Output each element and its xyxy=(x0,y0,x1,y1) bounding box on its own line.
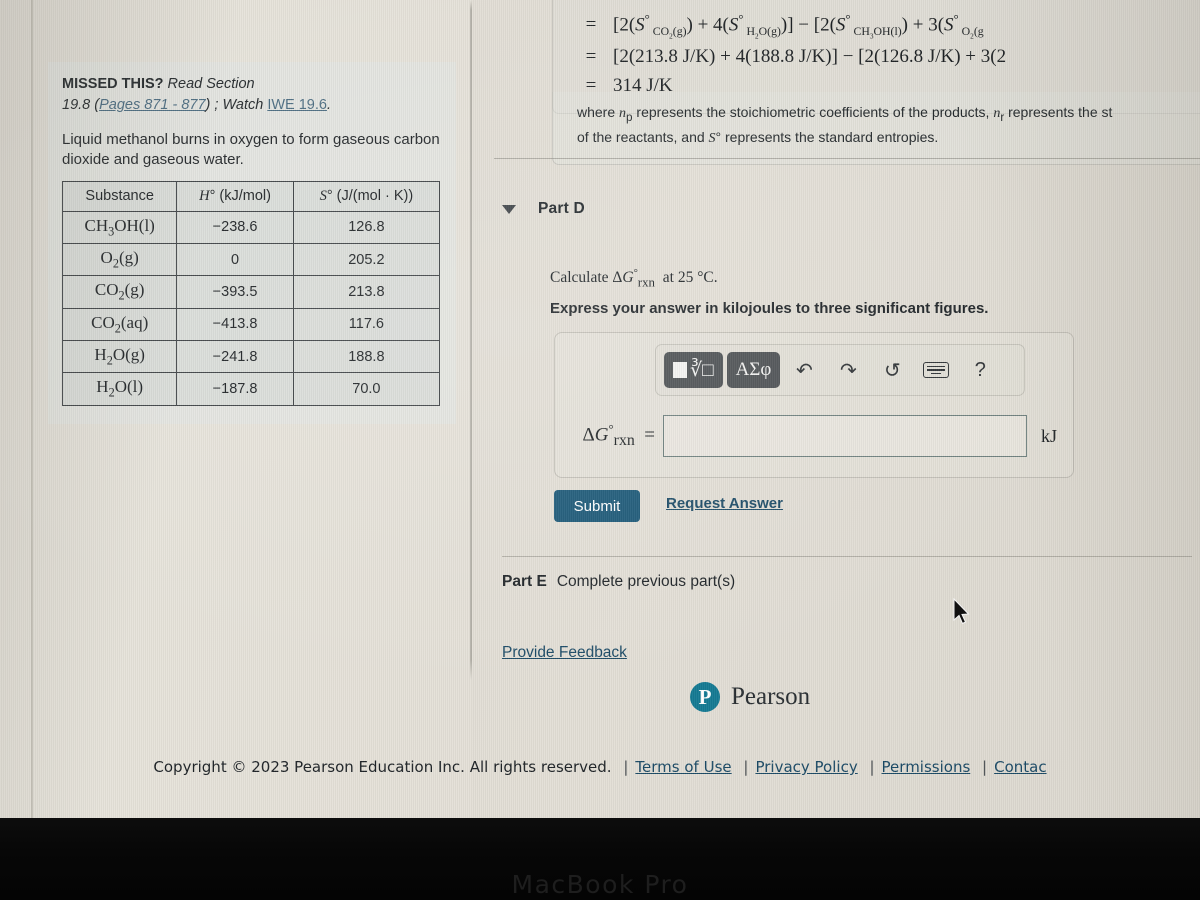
thermodynamic-table: Substance H° (kJ/mol) S° (J/(mol · K)) C… xyxy=(61,180,441,406)
answer-row: ΔG°rxn = kJ xyxy=(569,411,1061,461)
column-header-substance: Substance xyxy=(61,180,178,212)
part-d-title: Part D xyxy=(538,200,585,217)
reset-icon[interactable]: ↺ xyxy=(872,352,912,388)
column-header-entropy: S° (J/(mol · K)) xyxy=(292,180,441,212)
footer-separator: | xyxy=(869,758,875,776)
part-d-header[interactable]: Part D xyxy=(502,200,585,218)
section-divider-part-e xyxy=(502,556,1192,557)
request-answer-link[interactable]: Request Answer xyxy=(666,495,783,512)
where-explanation-block: where np represents the stoichiometric c… xyxy=(552,92,1200,165)
undo-icon[interactable]: ↶ xyxy=(784,352,824,388)
right-content-column: = [2(S° CO2(g)) + 4(S° H2O(g))] − [2(S° … xyxy=(472,0,1200,818)
help-icon[interactable]: ? xyxy=(960,352,1000,388)
laptop-screen: MISSED THIS? Read Section 19.8 (Pages 87… xyxy=(0,0,1200,818)
equals-sign-1: = xyxy=(585,14,597,36)
table-row: CO2(g) −393.5 213.8 xyxy=(61,275,441,309)
cell-substance: CH3OH(l) xyxy=(61,210,178,244)
section-number: 19.8 xyxy=(62,97,91,114)
contact-us-link[interactable]: Contac xyxy=(994,758,1046,776)
pearson-logo: P Pearson xyxy=(690,682,810,712)
footer: Copyright © 2023 Pearson Education Inc. … xyxy=(0,758,1200,776)
cell-substance: CO2(g) xyxy=(61,275,178,309)
derivation-line-2: = [2(213.8 J/K) + 4(188.8 J/K)] − [2(126… xyxy=(569,42,1200,71)
cell-entropy: 126.8 xyxy=(292,210,441,244)
answer-card: ∛□ ΑΣφ ↶ ↷ ↺ ? ΔG°rxn = kJ xyxy=(554,332,1074,478)
missed-this-box: MISSED THIS? Read Section 19.8 (Pages 87… xyxy=(48,62,456,424)
column-header-enthalpy: H° (kJ/mol) xyxy=(176,180,294,212)
square-filled-icon xyxy=(673,362,687,378)
cell-enthalpy: −187.8 xyxy=(176,372,294,406)
privacy-policy-link[interactable]: Privacy Policy xyxy=(755,758,857,776)
cell-substance: H2O(l) xyxy=(61,372,178,406)
redo-icon[interactable]: ↷ xyxy=(828,352,868,388)
table-header-row: Substance H° (kJ/mol) S° (J/(mol · K)) xyxy=(61,180,441,212)
section-divider-top xyxy=(494,158,1200,159)
part-d-question: Calculate ΔG°rxn at 25 °C. xyxy=(550,268,718,290)
cell-entropy: 117.6 xyxy=(292,307,441,342)
iwe-link[interactable]: IWE 19.6 xyxy=(267,97,327,113)
laptop-bezel: MacBook Pro xyxy=(0,818,1200,900)
pages-link[interactable]: Pages 871 - 877 xyxy=(99,97,205,113)
terms-of-use-link[interactable]: Terms of Use xyxy=(635,758,731,776)
answer-label: ΔG°rxn = xyxy=(582,421,655,450)
part-e-label: Part E xyxy=(502,573,547,590)
part-e-status: Complete previous part(s) xyxy=(556,573,736,590)
footer-separator: | xyxy=(623,758,629,776)
template-sqrt-button[interactable]: ∛□ xyxy=(664,352,723,388)
vertical-divider xyxy=(470,0,472,680)
part-d-instruction: Express your answer in kilojoules to thr… xyxy=(550,300,989,317)
footer-copyright: Copyright © 2023 Pearson Education Inc. … xyxy=(153,758,612,776)
table-row: O2(g) 0 205.2 xyxy=(61,242,441,277)
answer-input[interactable] xyxy=(663,415,1027,457)
keyboard-icon[interactable] xyxy=(916,352,956,388)
pearson-wordmark: Pearson xyxy=(731,683,811,710)
submit-button[interactable]: Submit xyxy=(554,490,640,522)
cell-substance: H2O(g) xyxy=(61,340,178,374)
question-prompt: Liquid methanol burns in oxygen to form … xyxy=(62,131,440,169)
table-row: CO2(aq) −413.8 117.6 xyxy=(61,307,441,342)
table-row: CH3OH(l) −238.6 126.8 xyxy=(61,210,441,244)
footer-separator: | xyxy=(982,758,988,776)
watch-label: Watch xyxy=(222,97,264,114)
derivation-line-1: = [2(S° CO2(g)) + 4(S° H2O(g))] − [2(S° … xyxy=(569,9,1200,42)
footer-separator: | xyxy=(743,758,749,776)
panel-edge-line xyxy=(31,0,33,818)
cell-enthalpy: −393.5 xyxy=(176,275,294,309)
missed-this-heading: MISSED THIS? Read Section 19.8 (Pages 87… xyxy=(62,76,331,114)
chevron-down-icon[interactable] xyxy=(502,204,516,214)
mouse-cursor-icon xyxy=(953,598,970,625)
cell-entropy: 188.8 xyxy=(292,340,441,374)
cell-entropy: 70.0 xyxy=(292,372,441,406)
equals-sign-2: = xyxy=(585,45,597,67)
greek-symbols-button[interactable]: ΑΣφ xyxy=(726,352,781,388)
math-toolbar: ∛□ ΑΣφ ↶ ↷ ↺ ? xyxy=(655,344,1025,396)
cell-enthalpy: −413.8 xyxy=(176,307,294,342)
answer-unit: kJ xyxy=(1041,425,1058,446)
cell-substance: O2(g) xyxy=(61,242,178,277)
table-row: H2O(g) −241.8 188.8 xyxy=(61,340,441,374)
read-section-label: Read Section xyxy=(167,76,255,92)
cell-enthalpy: 0 xyxy=(176,242,294,277)
cell-substance: CO2(aq) xyxy=(61,307,178,342)
derivation-expression-2: [2(213.8 J/K) + 4(188.8 J/K)] − [2(126.8… xyxy=(613,45,1007,67)
cell-entropy: 205.2 xyxy=(292,242,441,277)
table-row: H2O(l) −187.8 70.0 xyxy=(61,372,441,406)
keyboard-glyph xyxy=(923,362,950,378)
cell-entropy: 213.8 xyxy=(292,275,441,309)
part-e-row: Part E Complete previous part(s) xyxy=(502,573,735,591)
cell-enthalpy: −238.6 xyxy=(176,210,294,244)
nth-root-icon: ∛□ xyxy=(690,359,714,381)
cell-enthalpy: −241.8 xyxy=(176,340,294,374)
pearson-mark-icon: P xyxy=(690,682,720,712)
missed-this-label: MISSED THIS? xyxy=(62,76,164,92)
permissions-link[interactable]: Permissions xyxy=(882,758,971,776)
device-label: MacBook Pro xyxy=(511,870,689,899)
derivation-expression-1: [2(S° CO2(g)) + 4(S° H2O(g))] − [2(S° CH… xyxy=(613,11,984,41)
provide-feedback-link[interactable]: Provide Feedback xyxy=(502,644,627,662)
